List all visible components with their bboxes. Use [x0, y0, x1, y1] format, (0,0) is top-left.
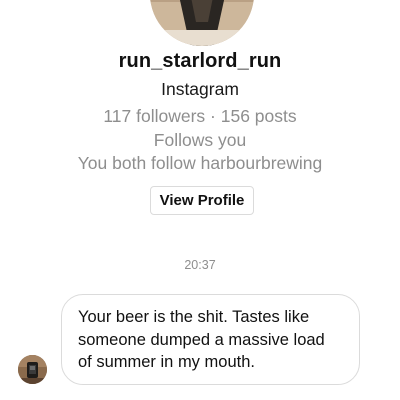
follows-you-label: Follows you: [153, 130, 247, 150]
message-timestamp: 20:37: [184, 258, 216, 272]
message-text: Your beer is the shit. Tastes like someo…: [78, 308, 325, 371]
sender-avatar[interactable]: [18, 355, 47, 384]
view-profile-button[interactable]: View Profile: [150, 186, 254, 215]
mutual-follow-label: You both follow harbourbrewing: [77, 153, 323, 173]
profile-platform: Instagram: [161, 79, 239, 99]
profile-avatar[interactable]: [150, 0, 254, 46]
profile-stats: 117 followers · 156 posts: [103, 106, 297, 126]
profile-photo-icon: [150, 0, 254, 46]
profile-photo-icon: [18, 355, 47, 384]
dm-thread-screen: run_starlord_run Instagram 117 followers…: [0, 0, 400, 400]
message-bubble[interactable]: Your beer is the shit. Tastes like someo…: [61, 294, 360, 385]
profile-username: run_starlord_run: [118, 50, 282, 72]
